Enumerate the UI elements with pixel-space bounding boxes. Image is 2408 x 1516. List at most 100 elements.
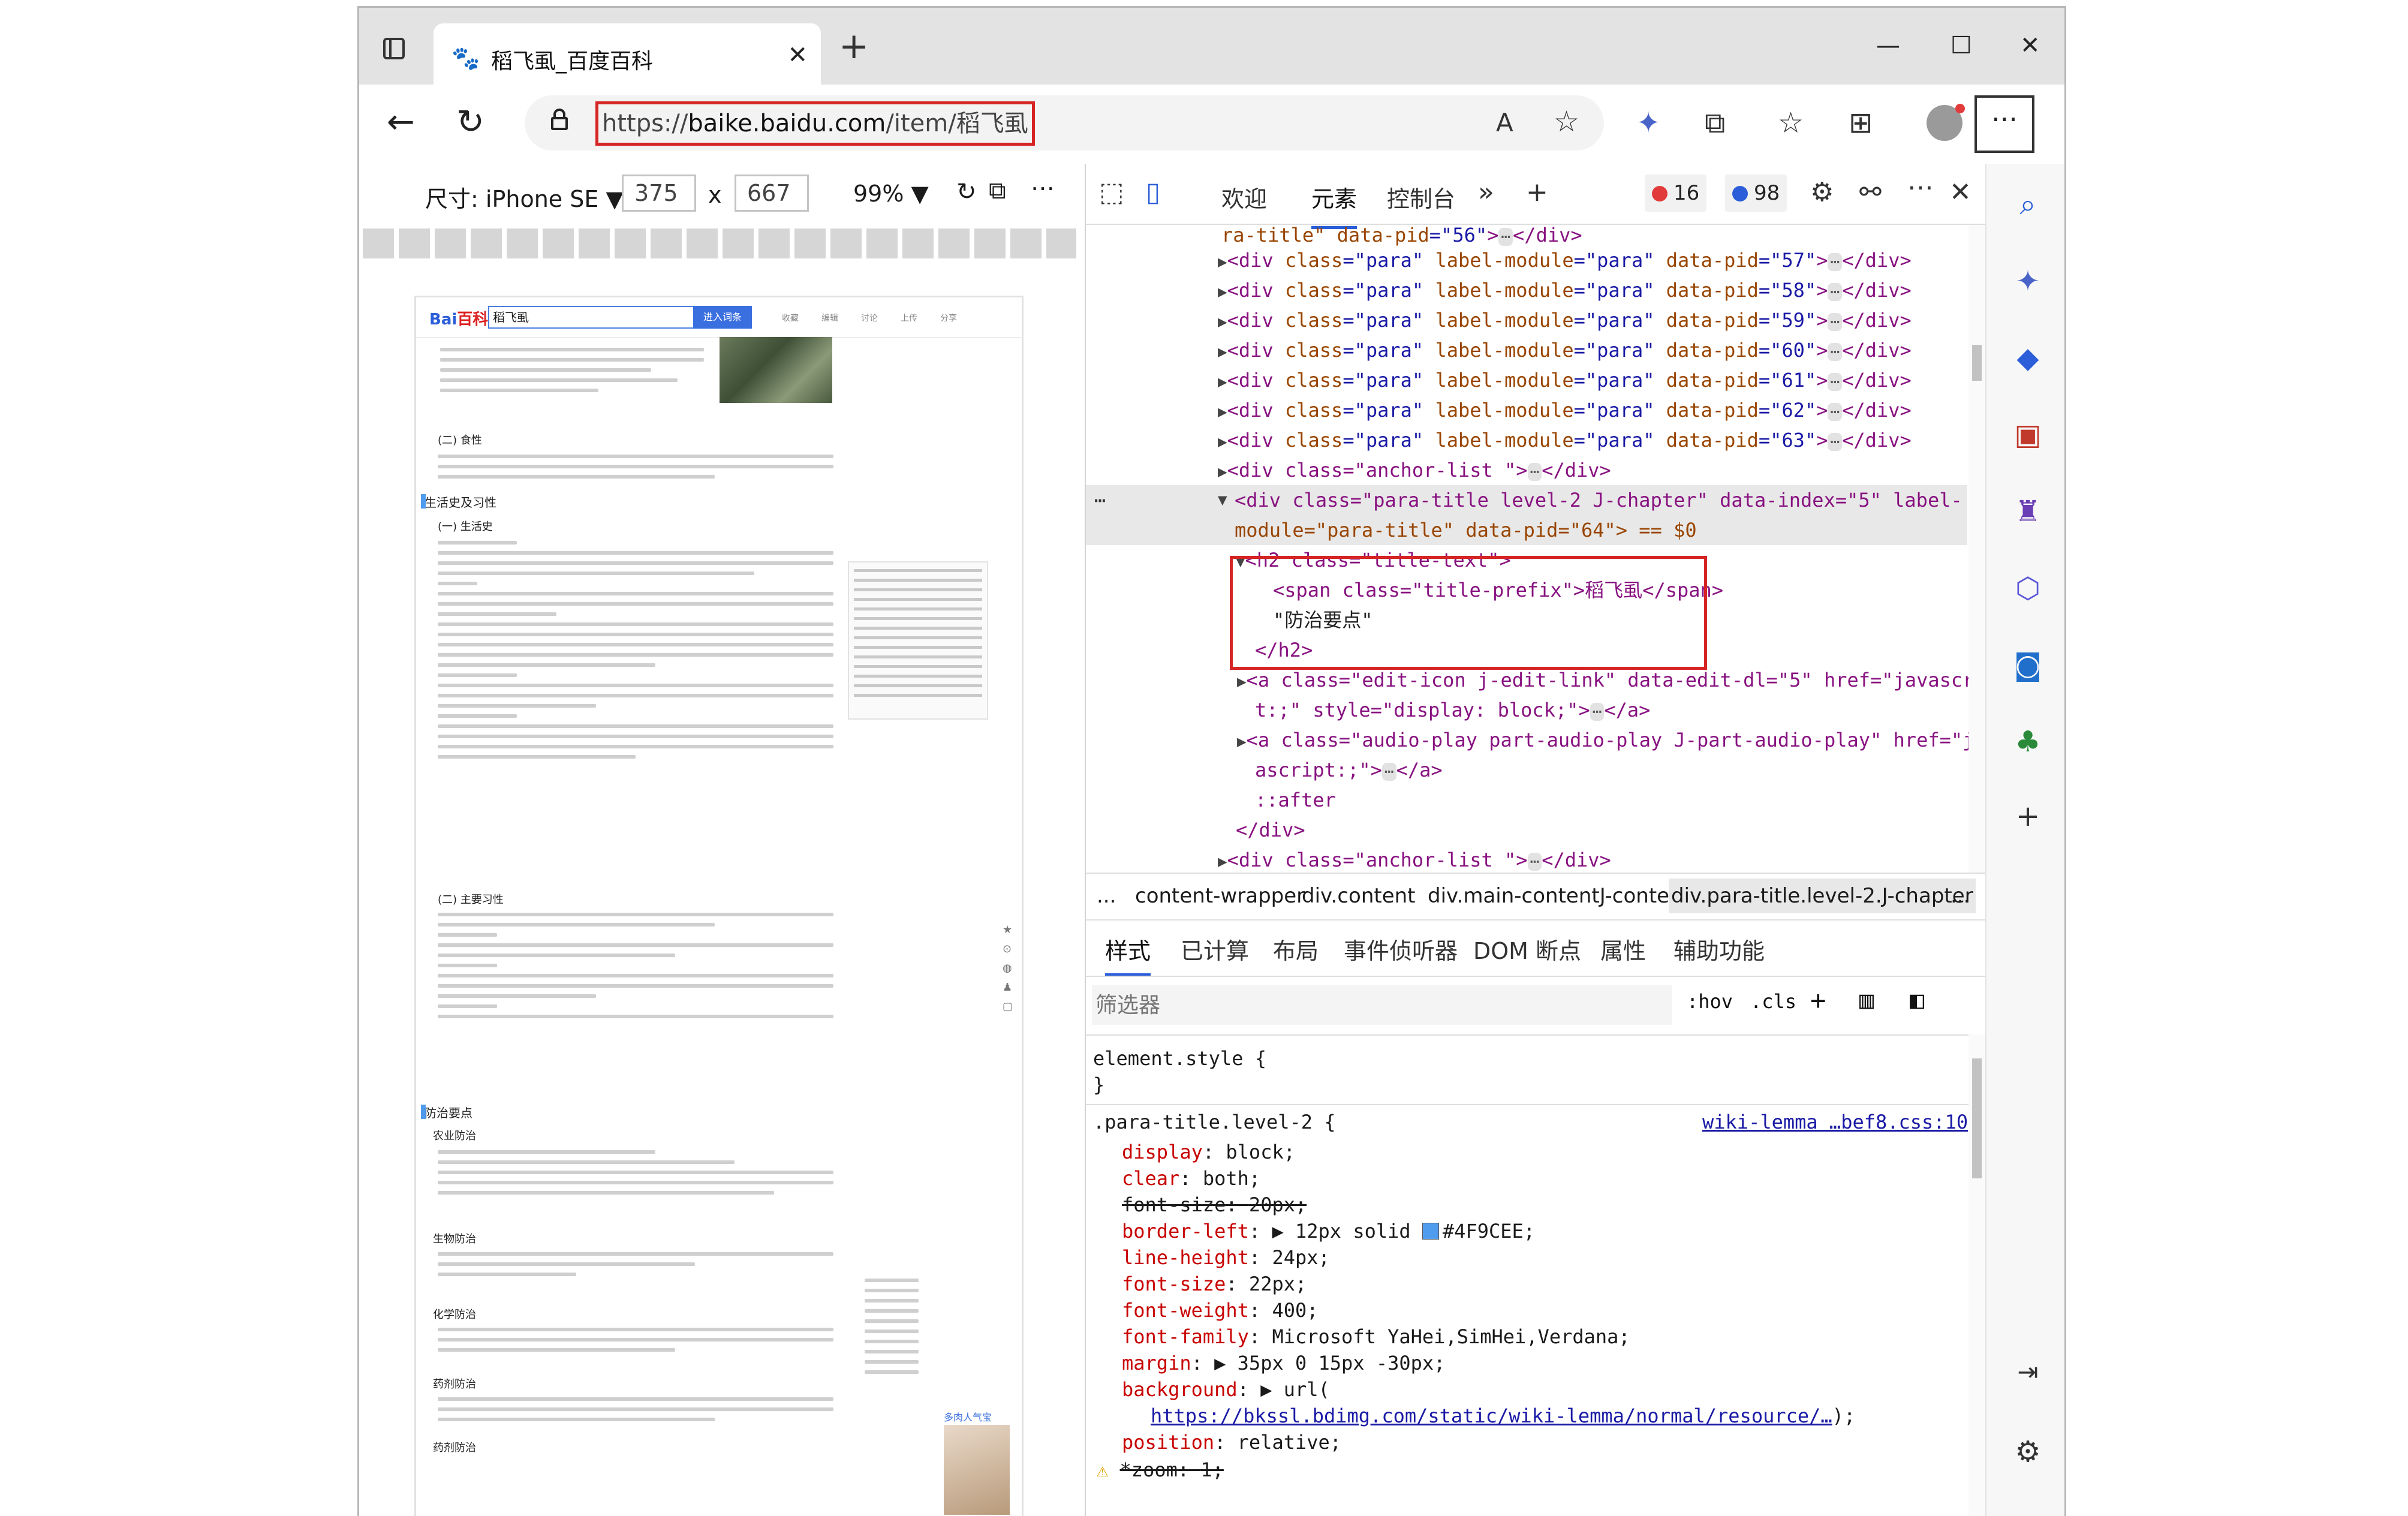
height-input[interactable]: 667: [735, 175, 809, 212]
shopping-tag-icon[interactable]: ◆: [1986, 341, 2064, 375]
paint-icon[interactable]: ▥: [1859, 986, 1874, 1014]
dom-scrollbar-thumb[interactable]: [1972, 345, 1982, 381]
css-property[interactable]: clear: both;: [1122, 1165, 1260, 1192]
office-icon[interactable]: ⬡: [1986, 571, 2064, 605]
css-property[interactable]: background: ▶ url(: [1122, 1376, 1330, 1403]
devtools-more-button[interactable]: ⋯: [1907, 172, 1934, 203]
phone-menu-item[interactable]: 上传: [901, 312, 917, 324]
cls-toggle[interactable]: .cls: [1750, 990, 1796, 1013]
device-more-button[interactable]: ⋯: [1031, 175, 1055, 202]
tab-console[interactable]: 控制台: [1387, 181, 1455, 213]
add-sidebar-app-icon[interactable]: +: [1986, 799, 2064, 833]
styles-scrollbar-thumb[interactable]: [1972, 1058, 1982, 1178]
css-property-invalid[interactable]: ⚠ *zoom: 1;: [1097, 1457, 1224, 1483]
dom-node[interactable]: ▶<div class="para" label-module="para" d…: [1218, 275, 1912, 305]
collections-icon[interactable]: ⊞: [1849, 106, 1873, 140]
zoom-select[interactable]: 99% ▼: [853, 181, 929, 207]
gear-icon[interactable]: ⚙: [1810, 177, 1834, 207]
tab-dom-breakpoints[interactable]: DOM 断点: [1473, 933, 1581, 965]
sidebar-settings-gear-icon[interactable]: ⚙: [1986, 1435, 2064, 1469]
css-property[interactable]: margin: ▶ 35px 0 15px -30px;: [1122, 1350, 1445, 1376]
rule-selector[interactable]: .para-title.level-2 {: [1093, 1109, 1336, 1135]
phone-search-button[interactable]: 进入词条: [693, 306, 752, 329]
minimize-button[interactable]: —: [1876, 32, 1900, 59]
phone-menu-item[interactable]: 编辑: [821, 312, 838, 324]
background-url[interactable]: https://bkssl.bdimg.com/static/wiki-lemm…: [1151, 1403, 1855, 1429]
tab-properties[interactable]: 属性: [1600, 933, 1646, 965]
promo-label[interactable]: 多肉人气宝: [944, 1409, 992, 1424]
css-property[interactable]: position: relative;: [1122, 1429, 1341, 1455]
selected-node-cont[interactable]: module="para-title" data-pid="64"> == $0: [1086, 515, 1967, 545]
url-text[interactable]: https://baike.baidu.com/item/稻飞虱: [595, 101, 1035, 146]
browser-tab[interactable]: 🐾 稻飞虱_百度百科 ✕: [434, 23, 821, 85]
favorites-icon[interactable]: ☆: [1778, 106, 1804, 140]
feedback-icon[interactable]: ▢: [1003, 1000, 1013, 1013]
dom-node[interactable]: ▶<div class="para" label-module="para" d…: [1218, 395, 1912, 425]
close-devtools-icon[interactable]: ✕: [1949, 177, 1971, 207]
inspect-icon[interactable]: ⬚: [1099, 177, 1124, 207]
device-toggle-icon[interactable]: ▯: [1146, 177, 1160, 207]
media-query-ruler[interactable]: [363, 228, 1076, 258]
add-favorite-icon[interactable]: ☆: [1554, 105, 1579, 139]
css-property[interactable]: font-weight: 400;: [1122, 1297, 1319, 1324]
refresh-button[interactable]: ↻: [456, 101, 484, 143]
styles-scrollbar[interactable]: [1968, 1034, 1985, 1516]
filter-input[interactable]: [1092, 985, 1672, 1025]
games-icon[interactable]: ♜: [1986, 495, 2064, 528]
profile-avatar[interactable]: [1927, 104, 1965, 141]
lock-icon[interactable]: [551, 109, 568, 130]
toggle-sidebar-icon[interactable]: ◧: [1910, 986, 1924, 1014]
dom-tree[interactable]: ra-title" data-pid="56"> ⋯ </div> ▶<div cl…: [1086, 225, 1985, 873]
breadcrumb-item[interactable]: div.content: [1302, 874, 1416, 918]
edit-link-node-cont[interactable]: t:;" style="display: block;"> ⋯ </a>: [1255, 695, 1650, 725]
maximize-button[interactable]: ☐: [1951, 32, 1972, 59]
tab-accessibility[interactable]: 辅助功能: [1673, 933, 1765, 965]
tab-computed[interactable]: 已计算: [1181, 933, 1249, 965]
phone-menu-item[interactable]: 分享: [940, 312, 957, 324]
copilot-icon[interactable]: ✦: [1986, 264, 2064, 298]
dom-node[interactable]: ▶<div class="para" label-module="para" d…: [1218, 425, 1912, 455]
mini-toc[interactable]: [865, 1279, 919, 1458]
div-close-node[interactable]: </div>: [1236, 815, 1305, 845]
dom-node[interactable]: ▶<div class="para" label-module="para" d…: [1218, 365, 1912, 395]
baidu-logo[interactable]: Bai百科: [429, 307, 488, 329]
star-icon[interactable]: ★: [1003, 924, 1012, 936]
dual-screen-icon[interactable]: ⧉: [989, 177, 1006, 204]
tab-event-listeners[interactable]: 事件侦听器: [1344, 933, 1458, 965]
rotate-icon[interactable]: ↻: [956, 178, 977, 206]
css-property[interactable]: font-size: 22px;: [1122, 1271, 1307, 1297]
phone-menu-item[interactable]: 讨论: [861, 312, 878, 324]
node-actions-icon[interactable]: ⋯: [1094, 485, 1106, 515]
extensions-puzzle-icon[interactable]: ⧉: [1705, 106, 1725, 140]
error-count-badge[interactable]: 16: [1645, 175, 1707, 212]
tab-elements[interactable]: 元素: [1311, 181, 1357, 229]
back-button[interactable]: ←: [387, 101, 415, 143]
more-tabs-button[interactable]: »: [1478, 177, 1494, 207]
styles-pane[interactable]: element.style { } .para-title.level-2 { …: [1086, 1034, 1985, 1516]
read-aloud-icon[interactable]: A: [1496, 106, 1513, 140]
breadcrumb-item-selected[interactable]: div.para-title.level-2.J-chapter: [1669, 879, 1976, 913]
breadcrumb-item[interactable]: div.main-contentJ-content: [1428, 874, 1690, 918]
like-icon[interactable]: ♟: [1003, 981, 1012, 994]
element-style-rule[interactable]: element.style {: [1093, 1045, 1266, 1072]
table-of-contents[interactable]: [848, 561, 988, 720]
selected-node[interactable]: ⋯ ▼ <div class="para-title level-2 J-cha…: [1086, 485, 1967, 515]
phone-search-input[interactable]: 稻飞虱: [488, 306, 698, 329]
rule-source-link[interactable]: wiki-lemma …bef8.css:10: [1702, 1109, 1968, 1135]
dom-node[interactable]: ▶<div class="anchor-list "> ⋯ </div>: [1218, 845, 1611, 873]
color-swatch[interactable]: [1422, 1223, 1439, 1240]
css-property[interactable]: display: block;: [1122, 1139, 1295, 1165]
background-url-link[interactable]: https://bkssl.bdimg.com/static/wiki-lemm…: [1151, 1404, 1832, 1427]
width-input[interactable]: 375: [622, 175, 696, 212]
connect-icon[interactable]: ⚯: [1859, 177, 1882, 207]
new-rule-button[interactable]: +: [1810, 985, 1826, 1016]
css-property[interactable]: line-height: 24px;: [1122, 1244, 1330, 1271]
breadcrumb-item[interactable]: ...: [1097, 874, 1116, 918]
device-select[interactable]: 尺寸: iPhone SE ▼: [425, 181, 624, 213]
extension-icon[interactable]: ✦: [1636, 106, 1660, 140]
address-bar[interactable]: https://baike.baidu.com/item/稻飞虱 A ☆: [525, 95, 1604, 151]
add-tool-button[interactable]: +: [1526, 177, 1548, 207]
new-tab-button[interactable]: +: [839, 28, 869, 64]
dom-scrollbar[interactable]: [1968, 225, 1985, 873]
css-property-overridden[interactable]: font-size: 20px;: [1122, 1192, 1307, 1218]
